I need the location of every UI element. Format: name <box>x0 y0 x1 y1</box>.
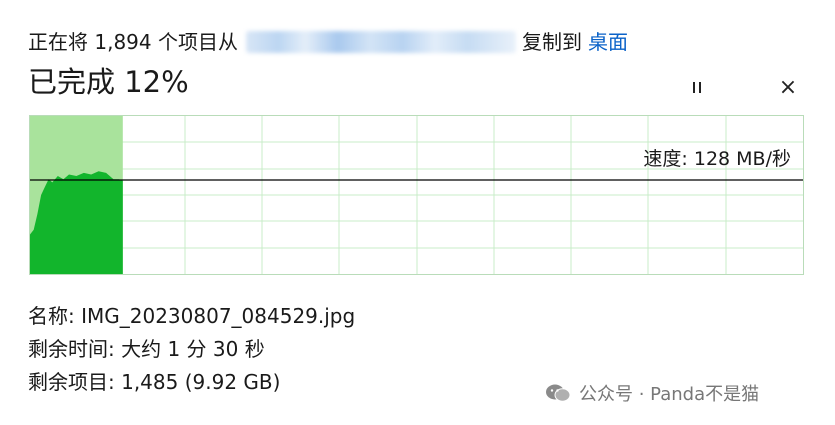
graph-grid <box>30 116 803 274</box>
progress-title: 已完成 12% <box>28 65 189 99</box>
pause-icon-bar <box>699 81 701 93</box>
watermark: 公众号 · Panda不是猫 <box>545 381 759 405</box>
copy-description: 正在将 1,894 个项目从 复制到 桌面 <box>28 28 628 56</box>
speed-label: 速度: 128 MB/秒 <box>643 148 791 170</box>
copy-details: 名称: IMG_20230807_084529.jpg 剩余时间: 大约 1 分… <box>28 300 355 399</box>
transfer-speed-graph: 速度: 128 MB/秒 <box>29 115 804 275</box>
copied-to-label: 复制到 <box>521 30 582 54</box>
pause-icon-bar <box>693 81 695 93</box>
file-name: 名称: IMG_20230807_084529.jpg <box>28 304 356 328</box>
pause-button[interactable] <box>685 76 709 98</box>
watermark-text: 公众号 · Panda不是猫 <box>579 384 760 405</box>
time-remaining: 剩余时间: 大约 1 分 30 秒 <box>28 337 265 361</box>
items-remaining: 剩余项目: 1,485 (9.92 GB) <box>28 370 281 394</box>
destination-link[interactable]: 桌面 <box>588 28 628 56</box>
speed-graph-canvas <box>30 116 803 274</box>
copy-description-prefix: 正在将 1,894 个项目从 <box>28 30 238 54</box>
wechat-icon <box>546 384 571 402</box>
source-path-redacted <box>245 31 516 53</box>
close-button[interactable]: × <box>775 74 801 100</box>
